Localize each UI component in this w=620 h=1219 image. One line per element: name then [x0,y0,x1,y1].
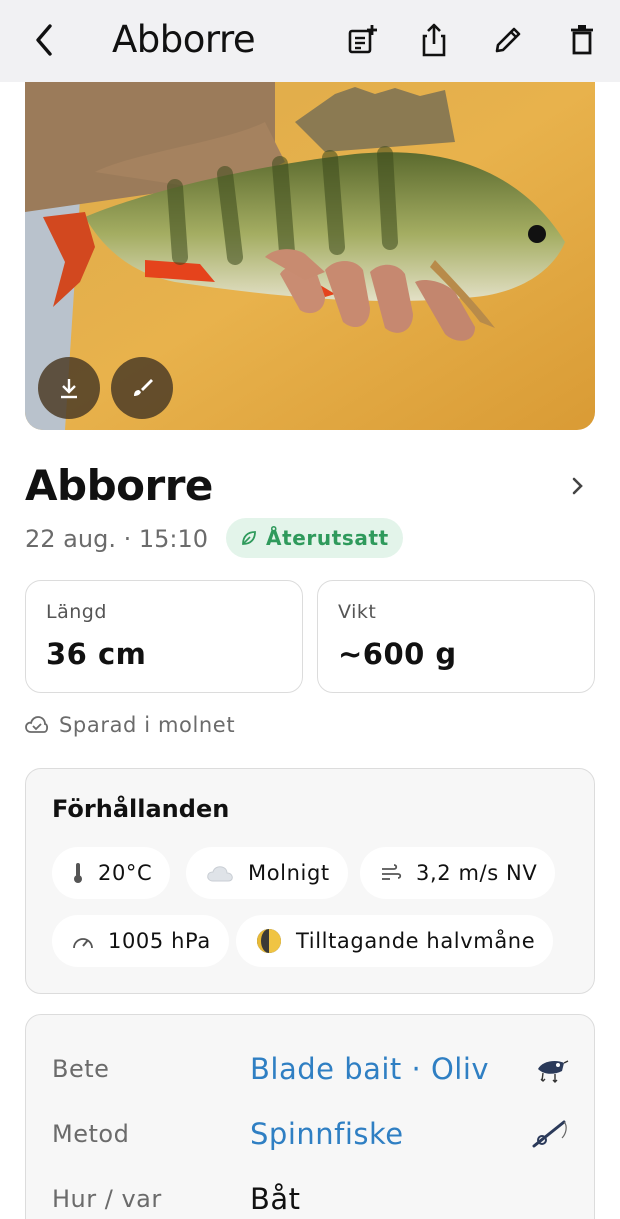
weight-value: ~600 g [338,637,457,671]
method-row[interactable]: Metod Spinnfiske [52,1114,572,1154]
status-text: Återutsatt [266,526,389,550]
bait-value[interactable]: Blade bait · Oliv [250,1049,489,1089]
share-button[interactable] [414,20,454,60]
status-badge: Återutsatt [226,518,403,558]
moon-value: Tilltagande halvmåne [296,929,536,953]
chevron-right-icon[interactable] [566,474,590,498]
thermometer-icon [74,863,82,883]
share-icon [422,23,446,57]
brush-icon [134,379,153,396]
cloud-status: Sparad i molnet [25,713,235,737]
trash-icon [571,25,593,55]
weight-label: Vikt [338,601,377,623]
conditions-card: Förhållanden 20°C Molnigt 3,2 m/s NV 100… [25,768,595,994]
pressure-value: 1005 hPa [108,929,211,953]
species-name: Abborre [25,461,213,510]
temperature-chip: 20°C [52,847,171,899]
conditions-title: Förhållanden [52,795,230,823]
gauge-icon [73,938,93,949]
sky-chip: Molnigt [186,847,348,899]
length-card: Längd 36 cm [25,580,303,693]
lure-icon [538,1060,569,1083]
cloud-status-text: Sparad i molnet [59,713,236,737]
where-value: Båt [250,1182,301,1216]
details-card: Bete Blade bait · Oliv Metod Spinnfiske … [25,1014,595,1219]
cloud-icon [207,866,233,882]
catch-date: 22 aug. · 15:10 [25,525,208,553]
top-bar: Abborre [0,0,620,82]
where-row[interactable]: Hur / var Båt [52,1179,572,1219]
cloud-check-icon [25,716,49,733]
sky-value: Molnigt [248,861,330,885]
back-icon [36,24,52,56]
page-title: Abborre [112,18,256,61]
edit-icon [495,27,521,53]
add-note-icon [348,25,377,54]
fishing-rod-icon [532,1120,567,1148]
delete-button[interactable] [562,20,602,60]
download-button[interactable] [38,357,100,419]
leaf-icon [242,531,256,545]
weight-card: Vikt ~600 g [317,580,595,693]
wind-value: 3,2 m/s NV [416,861,538,885]
where-label: Hur / var [52,1185,162,1213]
edit-button[interactable] [488,20,528,60]
catch-photo[interactable] [25,82,595,430]
add-note-button[interactable] [342,20,382,60]
method-label: Metod [52,1120,130,1148]
wind-chip: 3,2 m/s NV [360,847,556,899]
fish-image [25,82,595,430]
length-value: 36 cm [46,637,147,671]
back-button[interactable] [26,18,62,62]
bait-label: Bete [52,1055,110,1083]
pressure-chip: 1005 hPa [52,915,229,967]
method-value[interactable]: Spinnfiske [250,1114,404,1154]
moon-phase-icon [257,929,281,953]
temperature-value: 20°C [98,861,153,885]
length-label: Längd [46,601,107,623]
wind-icon [382,864,402,880]
moon-chip: Tilltagande halvmåne [236,915,554,967]
download-icon [61,379,77,399]
edit-photo-button[interactable] [111,357,173,419]
bait-row[interactable]: Bete Blade bait · Oliv [52,1049,572,1089]
